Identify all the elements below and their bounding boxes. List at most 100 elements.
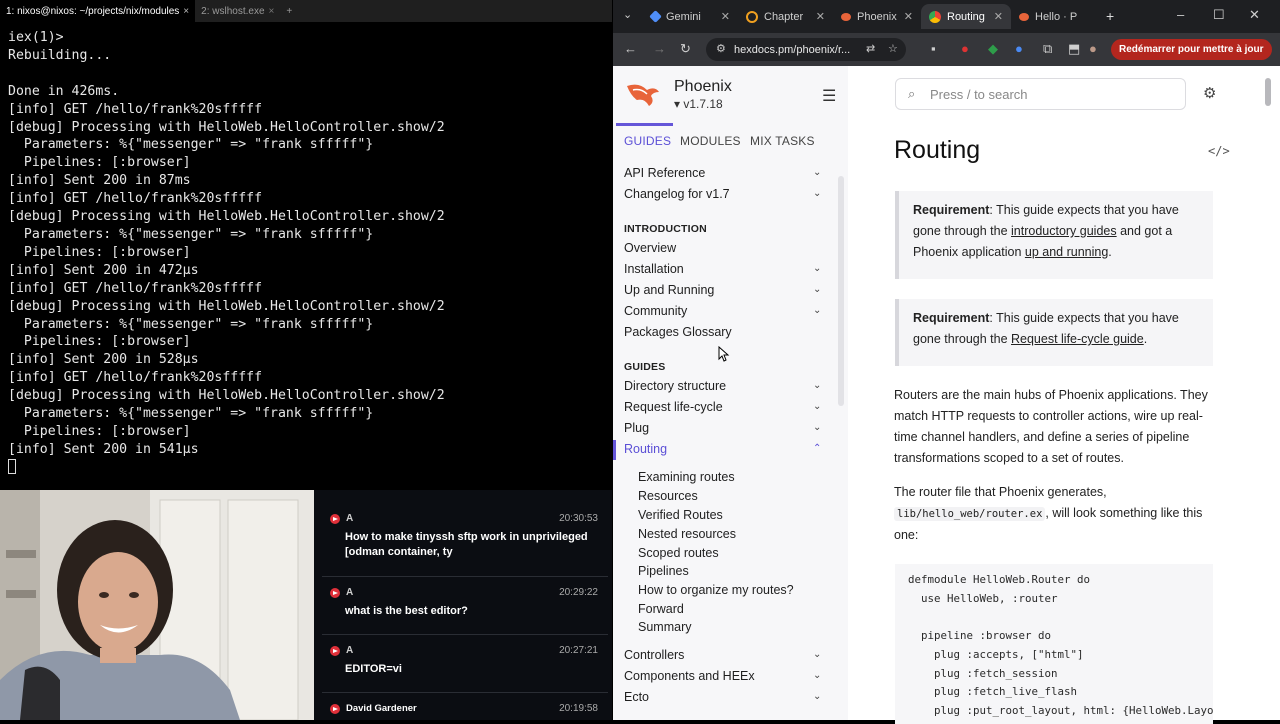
browser-tab[interactable]: Phoenix ✕ [833,4,921,29]
code-block[interactable]: defmodule HelloWeb.Router do use HelloWe… [895,564,1213,724]
tab-search-icon[interactable]: ⌄ [623,8,632,21]
browser-tab[interactable]: Gemini ✕ [643,4,738,29]
chevron-down-icon[interactable]: ⌄ [813,188,821,199]
sidebar-item-request-life-cycle[interactable]: Request life-cycle [624,400,723,414]
chevron-down-icon[interactable]: ⌄ [813,422,821,433]
sidebar-item-api-reference[interactable]: API Reference [624,166,705,180]
close-icon[interactable]: ✕ [904,10,913,23]
tab-modules[interactable]: MODULES [680,134,741,148]
plus-icon[interactable]: + [286,6,292,17]
terminal-line: Parameters: %{"messenger" => "frank sfff… [8,316,374,332]
up-and-running-link[interactable]: up and running [1025,245,1108,259]
live-chat-panel[interactable]: A 20:30:53 How to make tinyssh sftp work… [314,490,612,720]
request-life-cycle-link[interactable]: Request life-cycle guide [1011,332,1144,346]
browser-tab[interactable]: Hello · P [1011,4,1099,29]
browser-tab[interactable]: Chapter ✕ [738,4,833,29]
extension-icon[interactable]: ◆ [988,41,998,57]
tab-mix-tasks[interactable]: MIX TASKS [750,134,815,148]
sidebar-subitem-organize-routes[interactable]: How to organize my routes? [638,583,794,597]
site-info-icon[interactable]: ⚙ [716,42,726,55]
back-icon[interactable]: ← [624,41,637,56]
terminal-output[interactable]: iex(1)> Rebuilding... Done in 426ms. [info… [8,29,608,477]
search-icon: ⌕ [908,86,916,101]
sidebar-item-controllers[interactable]: Controllers [624,648,684,662]
chevron-up-icon[interactable]: ⌃ [813,443,821,454]
close-icon[interactable]: ✕ [816,10,825,23]
sidebar-item-installation[interactable]: Installation [624,262,684,276]
sidebar-subitem-examining-routes[interactable]: Examining routes [638,470,735,484]
maximize-icon[interactable]: ☐ [1213,7,1225,23]
close-window-icon[interactable]: ✕ [1249,7,1260,23]
introductory-guides-link[interactable]: introductory guides [1011,224,1117,238]
sidebar-subitem-resources[interactable]: Resources [638,489,698,503]
extension-icon[interactable]: ▪ [931,41,936,56]
page-title: Routing [894,136,981,164]
downloads-icon[interactable]: ⬒ [1068,41,1080,57]
mouse-cursor-icon [718,346,730,362]
settings-gear-icon[interactable]: ⚙ [1203,84,1216,102]
forward-icon[interactable]: → [653,41,666,56]
extensions-puzzle-icon[interactable]: ⧉ [1043,41,1052,57]
terminal-line: Done in 426ms. [8,83,120,99]
view-source-icon[interactable]: </> [1208,144,1230,158]
sidebar-item-routing[interactable]: Routing [624,442,667,456]
chevron-down-icon[interactable]: ⌄ [813,691,821,702]
sidebar-item-community[interactable]: Community [624,304,687,318]
sidebar-item-up-and-running[interactable]: Up and Running [624,283,714,297]
tab-guides[interactable]: GUIDES [624,134,671,148]
sidebar-subitem-summary[interactable]: Summary [638,620,691,634]
close-icon[interactable]: ✕ [721,10,730,23]
browser-toolbar: ← → ↻ ⚙ hexdocs.pm/phoenix/r... ⇄ ☆ ▪ ● … [613,33,1280,66]
address-bar[interactable]: ⚙ hexdocs.pm/phoenix/r... ⇄ ☆ [706,38,906,61]
close-icon[interactable]: × [183,6,189,17]
menu-icon[interactable]: ☰ [822,86,836,106]
sidebar-item-overview[interactable]: Overview [624,241,676,255]
sidebar-item-directory-structure[interactable]: Directory structure [624,379,726,393]
version-selector[interactable]: ▾ v1.7.18 [674,97,723,111]
sidebar-item-packages-glossary[interactable]: Packages Glossary [624,325,732,339]
sidebar-scrollbar[interactable] [838,176,844,406]
chevron-down-icon[interactable]: ⌄ [813,305,821,316]
new-tab-icon[interactable]: + [1106,8,1114,24]
chevron-down-icon[interactable]: ⌄ [813,284,821,295]
extension-icon[interactable]: ● [1015,41,1023,56]
chevron-down-icon[interactable]: ⌄ [813,380,821,391]
chevron-down-icon[interactable]: ⌄ [813,401,821,412]
terminal-line: [info] GET /hello/frank%20sfffff [8,191,263,207]
tab-label: Hello · P [1035,10,1078,23]
code-line: plug :put_root_layout, html: {HelloWeb.L… [908,703,1213,717]
inline-code: lib/hello_web/router.ex [894,507,1046,521]
new-tab-button[interactable]: + [280,0,298,22]
sidebar-subitem-scoped-routes[interactable]: Scoped routes [638,546,719,560]
content-scrollbar[interactable] [1265,78,1271,106]
sidebar-subitem-pipelines[interactable]: Pipelines [638,564,689,578]
project-name[interactable]: Phoenix [674,78,732,96]
chevron-down-icon[interactable]: ⌄ [813,167,821,178]
minimize-icon[interactable]: – [1177,7,1184,22]
translate-icon[interactable]: ⇄ [866,42,875,55]
sidebar-item-changelog[interactable]: Changelog for v1.7 [624,187,730,201]
terminal-tab-1[interactable]: 1: nixos@nixos: ~/projects/nix/modules × [0,0,196,22]
search-input[interactable]: ⌕ Press / to search [895,78,1186,110]
sidebar-item-ecto[interactable]: Ecto [624,690,649,704]
terminal-tab-2[interactable]: 2: wslhost.exe × [195,0,280,22]
terminal-window[interactable]: 1: nixos@nixos: ~/projects/nix/modules ×… [0,0,612,490]
close-icon[interactable]: ✕ [994,10,1003,23]
profile-avatar-icon[interactable]: ● [1089,41,1097,56]
browser-tab-active[interactable]: Routing ✕ [921,4,1011,29]
sidebar-item-components[interactable]: Components and HEEx [624,669,755,683]
bookmark-star-icon[interactable]: ☆ [888,42,898,55]
reload-icon[interactable]: ↻ [680,41,691,57]
chevron-down-icon[interactable]: ⌄ [813,263,821,274]
chevron-down-icon[interactable]: ⌄ [813,649,821,660]
chevron-down-icon[interactable]: ⌄ [813,670,821,681]
sidebar-item-plug[interactable]: Plug [624,421,649,435]
close-icon[interactable]: × [269,6,275,17]
sidebar-subitem-forward[interactable]: Forward [638,602,684,616]
sidebar-subitem-verified-routes[interactable]: Verified Routes [638,508,723,522]
sidebar-subitem-nested-resources[interactable]: Nested resources [638,527,736,541]
callout-label: Requirement [913,203,990,217]
extension-icon[interactable]: ● [961,41,969,56]
restart-to-update-button[interactable]: Redémarrer pour mettre à jour [1111,39,1272,60]
